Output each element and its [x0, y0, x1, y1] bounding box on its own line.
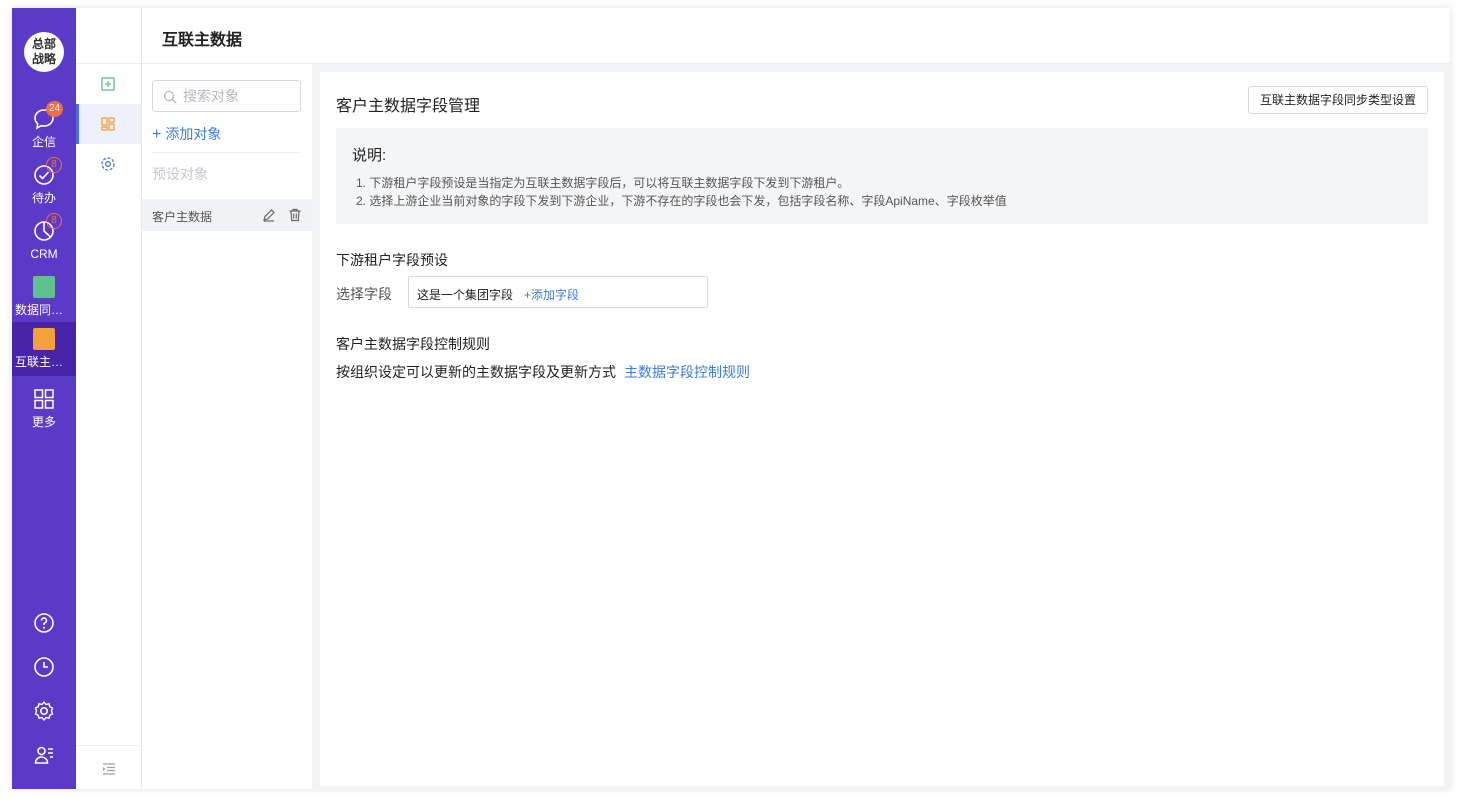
add-object-label: 添加对象 [165, 126, 222, 142]
strip-item-structure[interactable] [76, 64, 141, 104]
dashboard-icon [101, 117, 115, 131]
nav-item-data-sync[interactable]: 数据同步设置 [12, 272, 76, 326]
strip-footer [76, 745, 141, 789]
object-name: 客户主数据 [152, 210, 213, 224]
nav-item-label: 更多 [31, 415, 56, 429]
downstream-preset-title: 下游租户字段预设 [336, 252, 448, 268]
clock-icon[interactable] [33, 656, 55, 678]
nav-item-label: 待办 [31, 191, 56, 205]
settings-icon [101, 157, 115, 171]
control-rules-title: 客户主数据字段控制规则 [336, 336, 490, 352]
search-icon [163, 90, 177, 104]
info-box: 说明: 1. 下游租户字段预设是当指定为互联主数据字段后，可以将互联主数据字段下… [336, 128, 1428, 224]
gear-icon[interactable] [33, 700, 55, 722]
sync-type-settings-button[interactable]: 互联主数据字段同步类型设置 [1248, 86, 1428, 114]
secondary-sidebar [76, 8, 142, 789]
plus-icon: + [152, 126, 162, 143]
preset-objects-label: 预设对象 [152, 166, 208, 182]
data-sync-app-icon [33, 276, 55, 298]
field-selector[interactable]: 这是一个集团字段 +添加字段 [408, 276, 708, 308]
secondary-sidebar-header [76, 8, 141, 64]
info-title: 说明: [352, 147, 387, 164]
page-title: 互联主数据 [162, 32, 243, 49]
nav-item-todo[interactable]: 8 待办 [12, 157, 76, 214]
nav-item-label: 互联主数据 [15, 355, 76, 369]
control-rules-description: 按组织设定可以更新的主数据字段及更新方式 主数据字段控制规则 [336, 362, 750, 382]
grid-icon [34, 389, 54, 409]
object-list-item[interactable]: 客户主数据 [142, 199, 312, 231]
org-avatar[interactable]: 总部 战略 [24, 32, 64, 72]
nav-item-crm[interactable]: 8 CRM [12, 213, 76, 270]
nav-item-label: CRM [30, 247, 58, 261]
control-rules-text: 按组织设定可以更新的主数据字段及更新方式 [336, 364, 616, 380]
nav-item-label: 企信 [31, 135, 56, 149]
trash-icon[interactable] [288, 208, 302, 222]
object-list-panel: +添加对象 预设对象 客户主数据 [142, 64, 312, 789]
search-box[interactable] [152, 80, 301, 112]
divider [152, 152, 301, 153]
org-name-line1: 总部 [31, 37, 56, 51]
edit-icon[interactable] [262, 208, 276, 222]
select-field-label: 选择字段 [336, 286, 392, 302]
nav-badge: 8 [46, 157, 62, 173]
nav-badge: 24 [46, 101, 64, 117]
master-data-app-icon [33, 328, 55, 350]
page-header: 互联主数据 [142, 8, 1450, 64]
add-object-button[interactable]: + 添加对象 [152, 124, 221, 144]
main-nav: 总部 战略 24 企信 8 待办 8 CRM 数据同步设置 互联主数据 [12, 8, 76, 789]
search-input[interactable] [183, 86, 295, 106]
info-line: 1. 下游租户字段预设是当指定为互联主数据字段后，可以将互联主数据字段下发到下游… [356, 176, 850, 190]
nav-item-qixin[interactable]: 24 企信 [12, 101, 76, 158]
structure-icon [101, 77, 115, 91]
org-name-line2: 战略 [31, 52, 56, 66]
strip-item-settings[interactable] [76, 144, 141, 184]
nav-item-more[interactable]: 更多 [12, 384, 76, 438]
app-window: 总部 战略 24 企信 8 待办 8 CRM 数据同步设置 互联主数据 [12, 8, 1450, 789]
info-line: 2. 选择上游企业当前对象的字段下发到下游企业，下游不存在的字段也会下发，包括字… [356, 194, 1007, 208]
strip-item-objects[interactable] [76, 104, 141, 144]
nav-item-label: 数据同步设置 [15, 303, 76, 317]
control-rules-link[interactable]: 主数据字段控制规则 [624, 364, 750, 380]
section-title: 客户主数据字段管理 [336, 98, 481, 115]
user-list-icon[interactable] [33, 744, 55, 766]
selected-field-tag: 这是一个集团字段 [417, 288, 514, 302]
main-content: 客户主数据字段管理 互联主数据字段同步类型设置 说明: 1. 下游租户字段预设是… [320, 72, 1444, 786]
nav-badge: 8 [46, 213, 62, 229]
help-icon[interactable] [33, 612, 55, 634]
collapse-menu-icon[interactable] [101, 761, 117, 777]
add-field-link[interactable]: +添加字段 [524, 286, 579, 303]
nav-item-master-data[interactable]: 互联主数据 [12, 322, 76, 376]
